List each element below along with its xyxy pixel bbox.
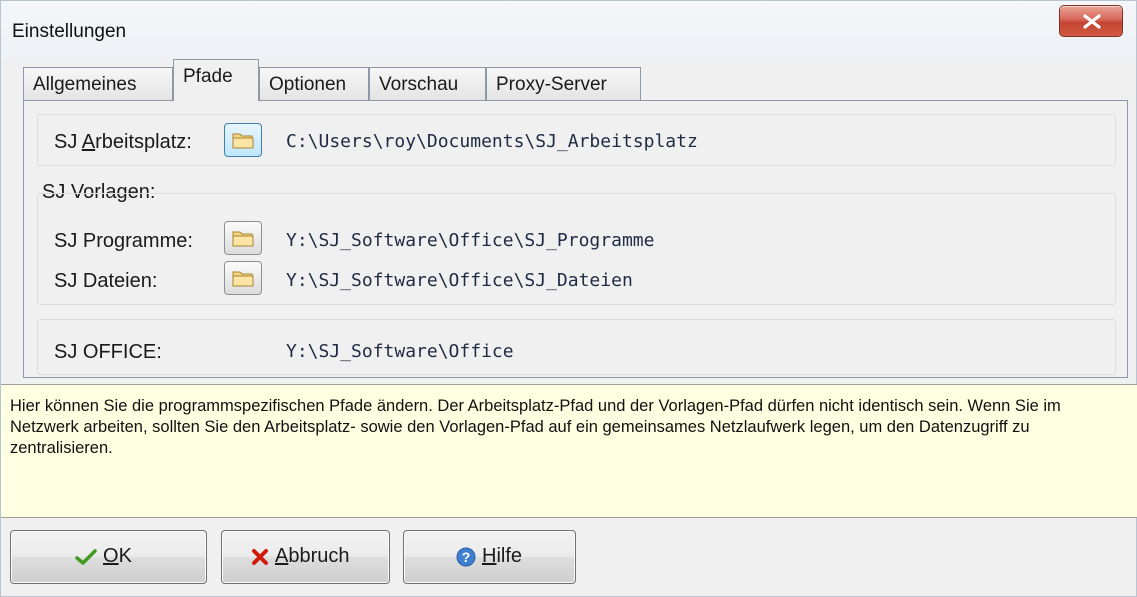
- dateien-browse-button[interactable]: [224, 261, 262, 295]
- programme-label: SJ Programme:: [54, 230, 193, 252]
- ok-button[interactable]: OK: [10, 530, 207, 584]
- folder-icon: [232, 271, 254, 287]
- hilfe-button[interactable]: ? Hilfe: [403, 530, 576, 584]
- tab-allgemeines[interactable]: Allgemeines: [23, 67, 173, 101]
- office-group: [37, 319, 1116, 375]
- close-button[interactable]: [1059, 5, 1123, 37]
- dateien-label: SJ Dateien:: [54, 270, 158, 292]
- help-question-icon: ?: [456, 547, 476, 567]
- tab-proxy-server[interactable]: Proxy-Server: [486, 67, 641, 101]
- tab-pfade[interactable]: Pfade: [173, 59, 259, 101]
- tab-vorschau[interactable]: Vorschau: [369, 67, 486, 101]
- programme-path: Y:\SJ_Software\Office\SJ_Programme: [286, 230, 655, 251]
- close-icon: [1083, 14, 1101, 29]
- arbeitsplatz-browse-button[interactable]: [224, 123, 262, 157]
- dateien-path: Y:\SJ_Software\Office\SJ_Dateien: [286, 270, 633, 291]
- window-title: Einstellungen: [12, 21, 127, 42]
- help-text: Hier können Sie die programmspezifischen…: [1, 384, 1137, 518]
- checkmark-icon: [75, 548, 97, 565]
- paths-panel: SJ Arbeitsplatz: C:\Users\roy\Documents\…: [23, 100, 1128, 378]
- folder-icon: [232, 133, 254, 149]
- settings-dialog: Einstellungen Allgemeines Pfade Optionen…: [0, 0, 1137, 597]
- office-path: Y:\SJ_Software\Office: [286, 341, 514, 362]
- arbeitsplatz-label: SJ Arbeitsplatz:: [54, 131, 192, 153]
- folder-icon: [232, 231, 254, 247]
- tab-optionen[interactable]: Optionen: [259, 67, 369, 101]
- svg-text:?: ?: [462, 549, 471, 565]
- abbruch-button[interactable]: Abbruch: [221, 530, 390, 584]
- programme-browse-button[interactable]: [224, 221, 262, 255]
- title-bar: [1, 1, 1136, 59]
- red-x-icon: [252, 548, 268, 565]
- arbeitsplatz-path: C:\Users\roy\Documents\SJ_Arbeitsplatz: [286, 131, 698, 152]
- office-label: SJ OFFICE:: [54, 341, 162, 363]
